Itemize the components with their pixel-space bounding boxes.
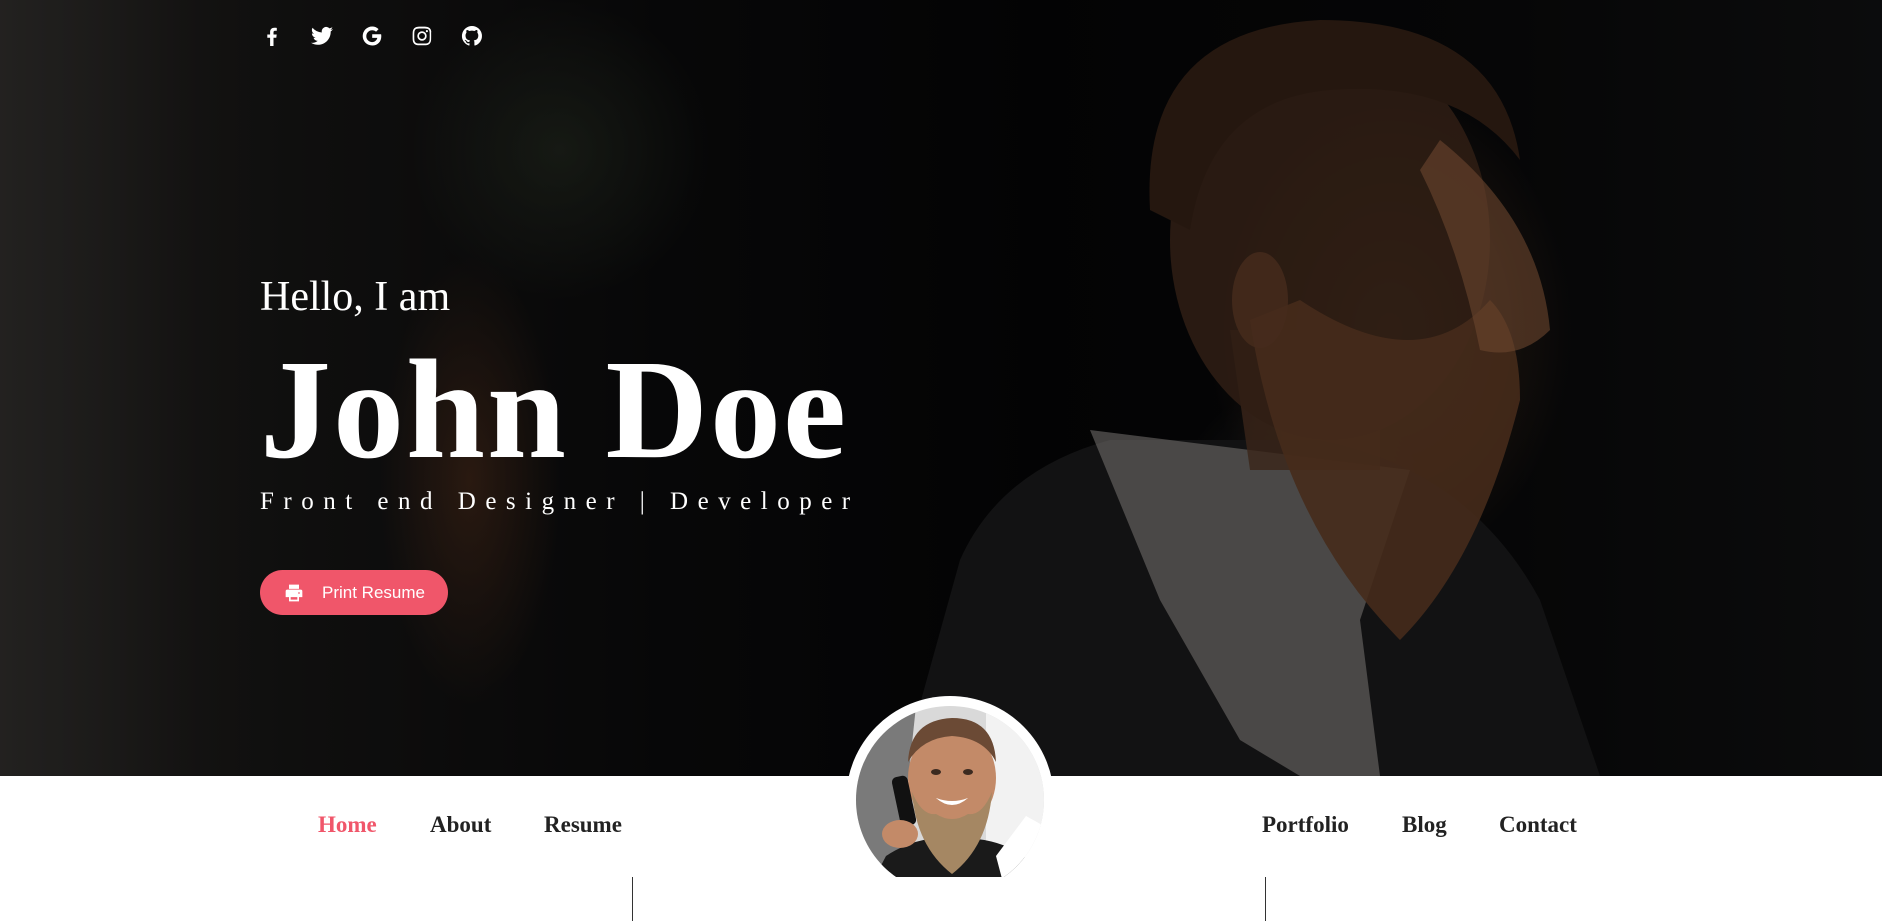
- greeting-text: Hello, I am: [260, 274, 451, 320]
- content-below-nav: [0, 877, 1882, 921]
- hero-name: John Doe: [260, 330, 849, 488]
- twitter-icon[interactable]: [308, 22, 336, 50]
- print-resume-label: Print Resume: [322, 582, 425, 602]
- nav-contact[interactable]: Contact: [1499, 812, 1577, 838]
- column-divider: [632, 877, 633, 921]
- hero-role: Front end Designer | Developer: [260, 488, 860, 515]
- avatar[interactable]: [846, 696, 1054, 904]
- print-resume-button[interactable]: Print Resume: [260, 570, 448, 615]
- nav-blog[interactable]: Blog: [1402, 812, 1447, 838]
- facebook-icon[interactable]: [258, 22, 286, 50]
- printer-icon: [285, 584, 303, 601]
- nav-about[interactable]: About: [430, 812, 491, 838]
- google-icon[interactable]: [358, 22, 386, 50]
- nav-portfolio[interactable]: Portfolio: [1262, 812, 1349, 838]
- github-icon[interactable]: [458, 22, 486, 50]
- nav-home[interactable]: Home: [318, 812, 377, 838]
- avatar-image: [856, 706, 1044, 894]
- nav-resume[interactable]: Resume: [544, 812, 622, 838]
- instagram-icon[interactable]: [408, 22, 436, 50]
- column-divider: [1265, 877, 1266, 921]
- social-links: [258, 22, 486, 50]
- hero-intro: Hello, I am John Doe Front end Designer …: [260, 272, 860, 516]
